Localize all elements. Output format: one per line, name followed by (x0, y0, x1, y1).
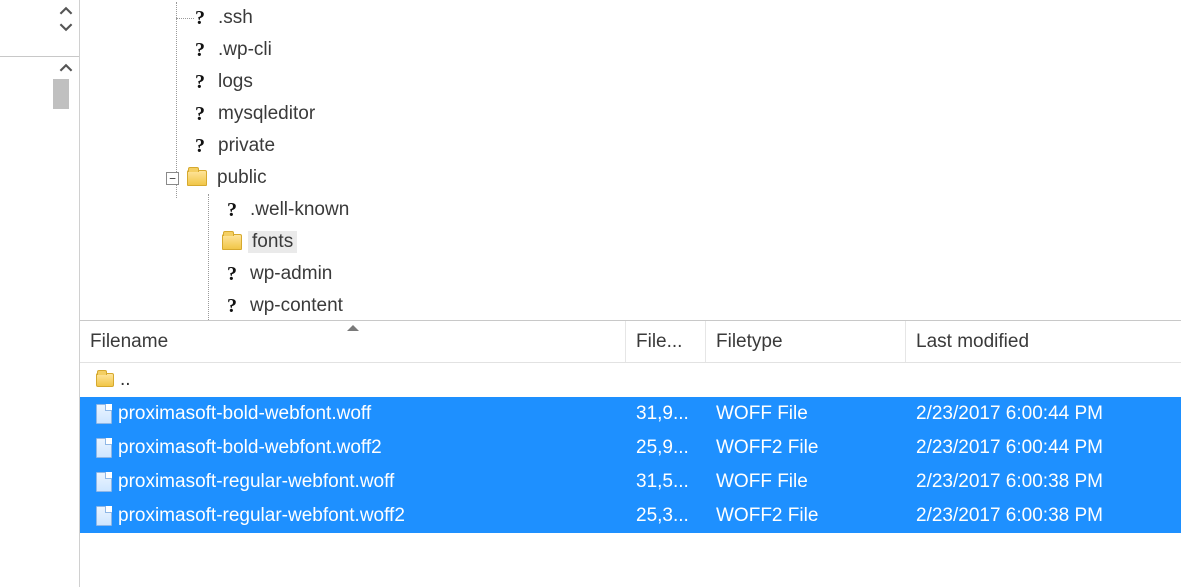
main-panes: ? .ssh ? .wp-cli ? logs ? mysqleditor ? (80, 0, 1181, 587)
chevron-down-icon[interactable] (59, 20, 73, 34)
tree-item-label: logs (214, 71, 253, 93)
header-filesize[interactable]: File... (626, 321, 706, 362)
parent-dir-label: .. (120, 369, 131, 391)
tree-item-public[interactable]: − public (166, 162, 1181, 194)
collapse-toggle[interactable]: − (166, 172, 179, 185)
tree-item-label: mysqleditor (214, 103, 315, 125)
header-lastmodified[interactable]: Last modified (906, 321, 1181, 362)
file-icon (96, 472, 112, 492)
file-row[interactable]: proximasoft-bold-webfont.woff 31,9... WO… (80, 397, 1181, 431)
tree-item-label: public (213, 167, 267, 189)
directory-tree-pane[interactable]: ? .ssh ? .wp-cli ? logs ? mysqleditor ? (80, 0, 1181, 320)
file-name: proximasoft-bold-webfont.woff (118, 403, 371, 425)
tree-item-well-known[interactable]: ? .well-known (222, 194, 1181, 226)
question-icon: ? (190, 103, 210, 125)
chevron-up-icon[interactable] (59, 4, 73, 18)
gutter-nav (0, 0, 79, 54)
tree-item-private[interactable]: ? private (190, 130, 1181, 162)
file-type: WOFF2 File (706, 437, 906, 459)
chevron-up-icon[interactable] (59, 61, 73, 75)
tree-item-mysqleditor[interactable]: ? mysqleditor (190, 98, 1181, 130)
file-manager-window: ? .ssh ? .wp-cli ? logs ? mysqleditor ? (0, 0, 1181, 587)
file-icon (96, 438, 112, 458)
folder-icon (187, 170, 207, 186)
file-type: WOFF2 File (706, 505, 906, 527)
file-rows: .. proximasoft-bold-webfont.woff 31,9...… (80, 363, 1181, 533)
tree-item-label: .wp-cli (214, 39, 272, 61)
file-modified: 2/23/2017 6:00:44 PM (906, 437, 1181, 459)
column-headers: Filename File... Filetype Last modified (80, 321, 1181, 363)
parent-dir-row[interactable]: .. (80, 363, 1181, 397)
file-size: 25,9... (626, 437, 706, 459)
file-row[interactable]: proximasoft-regular-webfont.woff2 25,3..… (80, 499, 1181, 533)
file-size: 31,5... (626, 471, 706, 493)
file-list-pane: Filename File... Filetype Last modified … (80, 320, 1181, 587)
file-name: proximasoft-bold-webfont.woff2 (118, 437, 382, 459)
tree-item-label: private (214, 135, 275, 157)
question-icon: ? (190, 71, 210, 93)
file-size: 31,9... (626, 403, 706, 425)
tree-item-logs[interactable]: ? logs (190, 66, 1181, 98)
tree-item-wp-cli[interactable]: ? .wp-cli (190, 34, 1181, 66)
tree-item-label: wp-admin (246, 263, 332, 285)
tree-guide (208, 194, 209, 320)
tree-item-label: wp-content (246, 295, 343, 317)
file-name: proximasoft-regular-webfont.woff2 (118, 505, 405, 527)
directory-tree: ? .ssh ? .wp-cli ? logs ? mysqleditor ? (80, 2, 1181, 320)
question-icon: ? (222, 295, 242, 317)
tree-guide (176, 18, 194, 19)
tree-item-label: .well-known (246, 199, 349, 221)
tree-item-ssh[interactable]: ? .ssh (190, 2, 1181, 34)
file-modified: 2/23/2017 6:00:44 PM (906, 403, 1181, 425)
question-icon: ? (190, 135, 210, 157)
scrollbar-thumb[interactable] (53, 79, 69, 109)
gutter-scroll (0, 57, 79, 109)
header-filename[interactable]: Filename (80, 321, 626, 362)
tree-item-wp-content[interactable]: ? wp-content (222, 290, 1181, 320)
folder-icon (222, 234, 242, 250)
question-icon: ? (222, 199, 242, 221)
file-type: WOFF File (706, 403, 906, 425)
tree-item-label: .ssh (214, 7, 253, 29)
file-size: 25,3... (626, 505, 706, 527)
left-gutter (0, 0, 80, 587)
file-row[interactable]: proximasoft-bold-webfont.woff2 25,9... W… (80, 431, 1181, 465)
file-modified: 2/23/2017 6:00:38 PM (906, 471, 1181, 493)
file-type: WOFF File (706, 471, 906, 493)
tree-item-label: fonts (248, 231, 297, 253)
question-icon: ? (222, 263, 242, 285)
question-icon: ? (190, 39, 210, 61)
header-filetype[interactable]: Filetype (706, 321, 906, 362)
folder-icon (96, 373, 114, 387)
file-icon (96, 404, 112, 424)
tree-item-wp-admin[interactable]: ? wp-admin (222, 258, 1181, 290)
file-row[interactable]: proximasoft-regular-webfont.woff 31,5...… (80, 465, 1181, 499)
file-modified: 2/23/2017 6:00:38 PM (906, 505, 1181, 527)
tree-item-fonts[interactable]: fonts (222, 226, 1181, 258)
file-name: proximasoft-regular-webfont.woff (118, 471, 394, 493)
file-icon (96, 506, 112, 526)
